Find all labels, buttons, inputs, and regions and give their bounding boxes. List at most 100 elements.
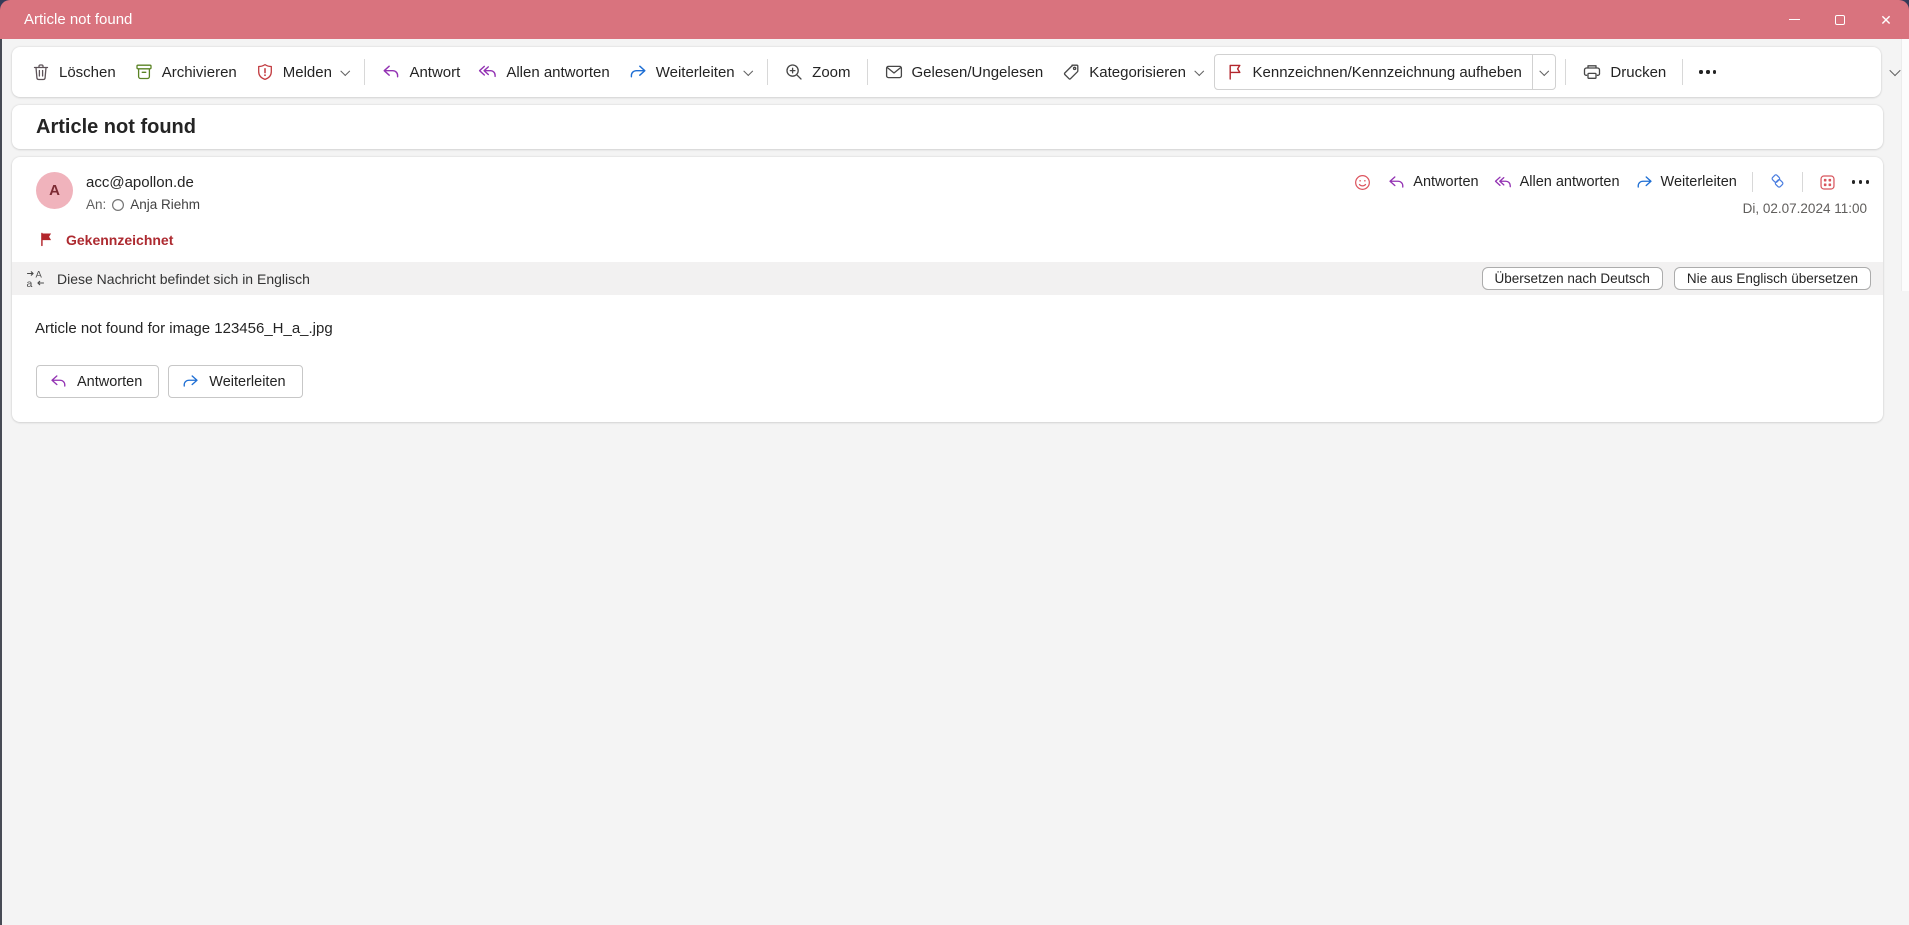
- delete-label: Löschen: [59, 63, 116, 81]
- toolbar-divider: [1682, 59, 1684, 85]
- message-body: Article not found for image 123456_H_a_.…: [35, 320, 333, 337]
- more-dots-icon: [1851, 180, 1869, 184]
- toolbar-divider: [364, 59, 366, 85]
- chevron-down-icon: [1889, 64, 1901, 77]
- reply-arrow-icon: [1387, 173, 1406, 192]
- maximize-icon: [1835, 14, 1845, 25]
- reply-button-toolbar[interactable]: Antwort: [372, 55, 469, 89]
- report-label: Melden: [282, 63, 332, 81]
- translation-bar: a A Diese Nachricht befindet sich in Eng…: [12, 262, 1883, 295]
- window-title: Article not found: [24, 11, 133, 28]
- reply-footer-label: Antworten: [77, 373, 143, 390]
- magnifier-zoom-icon: [784, 62, 804, 82]
- apps-diamonds-button[interactable]: [1768, 173, 1787, 192]
- close-button[interactable]: ✕: [1863, 0, 1909, 39]
- reply-link[interactable]: Antworten: [1387, 173, 1479, 192]
- message-footer-actions: Antworten Weiterleiten: [12, 337, 1883, 412]
- delete-button[interactable]: Löschen: [22, 55, 125, 89]
- add-reaction-button[interactable]: [1353, 173, 1372, 192]
- forward-arrow-icon: [181, 372, 200, 391]
- zoom-label: Zoom: [812, 63, 851, 81]
- window-controls: ✕: [1771, 0, 1909, 39]
- more-options-button[interactable]: [1690, 63, 1725, 80]
- minimize-button[interactable]: [1771, 0, 1817, 39]
- minimize-icon: [1788, 18, 1800, 21]
- flag-dropdown-button[interactable]: [1531, 55, 1556, 89]
- reply-link-label: Antworten: [1413, 174, 1479, 190]
- flag-status-row: Gekennzeichnet: [12, 216, 1883, 259]
- ribbon-toolbar: Löschen Archivieren Melden Antwort Allen…: [12, 47, 1882, 97]
- subject-card: Article not found: [12, 105, 1883, 149]
- reply-all-link-label: Allen antworten: [1519, 174, 1620, 190]
- printer-icon: [1582, 62, 1602, 82]
- archive-label: Archivieren: [161, 63, 237, 81]
- report-button[interactable]: Melden: [246, 55, 358, 89]
- flag-filled-icon: [38, 231, 55, 248]
- forward-footer-button[interactable]: Weiterleiten: [168, 365, 303, 398]
- forward-label: Weiterleiten: [655, 63, 735, 81]
- never-translate-button[interactable]: Nie aus Englisch übersetzen: [1673, 267, 1871, 290]
- message-card: A acc@apollon.de An: Anja Riehm Antworte…: [12, 157, 1883, 422]
- categorize-label: Kategorisieren: [1089, 63, 1186, 81]
- reply-all-link[interactable]: Allen antworten: [1494, 173, 1620, 192]
- envelope-icon: [884, 62, 904, 82]
- message-date: Di, 02.07.2024 11:00: [1742, 201, 1867, 216]
- chevron-down-icon: [743, 65, 753, 76]
- reply-footer-button[interactable]: Antworten: [36, 365, 160, 398]
- recipient-name[interactable]: Anja Riehm: [130, 197, 200, 212]
- translate-icon: a A: [25, 268, 46, 289]
- maximize-button[interactable]: [1817, 0, 1863, 39]
- forward-button-toolbar[interactable]: Weiterleiten: [619, 55, 760, 89]
- report-shield-icon: [255, 62, 275, 82]
- print-label: Drucken: [1610, 63, 1667, 81]
- reply-all-arrow-icon: [1494, 173, 1513, 192]
- flag-outline-icon: [1225, 62, 1245, 82]
- scrollbar[interactable]: [1901, 39, 1909, 291]
- grid-apps-icon: [1818, 173, 1837, 192]
- header-divider: [1801, 172, 1803, 192]
- overlapping-diamonds-icon: [1768, 173, 1787, 192]
- forward-arrow-icon: [628, 62, 648, 82]
- smiley-icon: [1353, 173, 1372, 192]
- forward-link-label: Weiterleiten: [1660, 174, 1737, 190]
- read-unread-button[interactable]: Gelesen/Ungelesen: [875, 55, 1053, 89]
- reply-arrow-icon: [381, 62, 401, 82]
- outlook-message-window: Article not found ✕ Löschen Archivieren …: [0, 0, 1909, 925]
- tag-icon: [1061, 62, 1081, 82]
- archive-box-icon: [134, 62, 154, 82]
- read-unread-label: Gelesen/Ungelesen: [911, 63, 1044, 81]
- trash-icon: [31, 62, 51, 82]
- titlebar: Article not found ✕: [0, 0, 1909, 39]
- apps-grid-button[interactable]: [1818, 173, 1837, 192]
- forward-footer-label: Weiterleiten: [209, 373, 286, 390]
- svg-text:a: a: [27, 278, 33, 289]
- avatar-letter: A: [49, 182, 60, 199]
- zoom-button[interactable]: Zoom: [775, 55, 859, 89]
- forward-link[interactable]: Weiterleiten: [1635, 173, 1737, 192]
- chevron-down-icon: [340, 65, 350, 76]
- archive-button[interactable]: Archivieren: [125, 55, 246, 89]
- categorize-button[interactable]: Kategorisieren: [1052, 55, 1211, 89]
- close-icon: ✕: [1880, 11, 1892, 28]
- reply-all-arrow-icon: [478, 62, 498, 82]
- header-divider: [1751, 172, 1753, 192]
- toolbar-divider: [1565, 59, 1567, 85]
- more-dots-icon: [1699, 70, 1717, 74]
- sender-avatar[interactable]: A: [36, 172, 73, 209]
- chevron-down-icon: [1194, 65, 1204, 76]
- flag-unflag-button[interactable]: Kennzeichnen/Kennzeichnung aufheben: [1213, 54, 1557, 90]
- message-header: A acc@apollon.de An: Anja Riehm Antworte…: [12, 157, 1883, 216]
- sender-email[interactable]: acc@apollon.de: [86, 174, 200, 191]
- message-more-options-button[interactable]: [1851, 180, 1869, 184]
- reply-all-label: Allen antworten: [506, 63, 610, 81]
- reply-all-button-toolbar[interactable]: Allen antworten: [469, 55, 618, 89]
- svg-text:A: A: [36, 270, 43, 281]
- flag-unflag-label: Kennzeichnen/Kennzeichnung aufheben: [1252, 63, 1522, 81]
- to-label: An:: [86, 197, 107, 212]
- presence-circle-icon: [111, 198, 125, 212]
- chevron-down-icon: [1539, 65, 1549, 76]
- translate-to-german-button[interactable]: Übersetzen nach Deutsch: [1481, 267, 1663, 290]
- toolbar-divider: [767, 59, 769, 85]
- print-button[interactable]: Drucken: [1573, 55, 1675, 89]
- window-content: Löschen Archivieren Melden Antwort Allen…: [0, 39, 1909, 925]
